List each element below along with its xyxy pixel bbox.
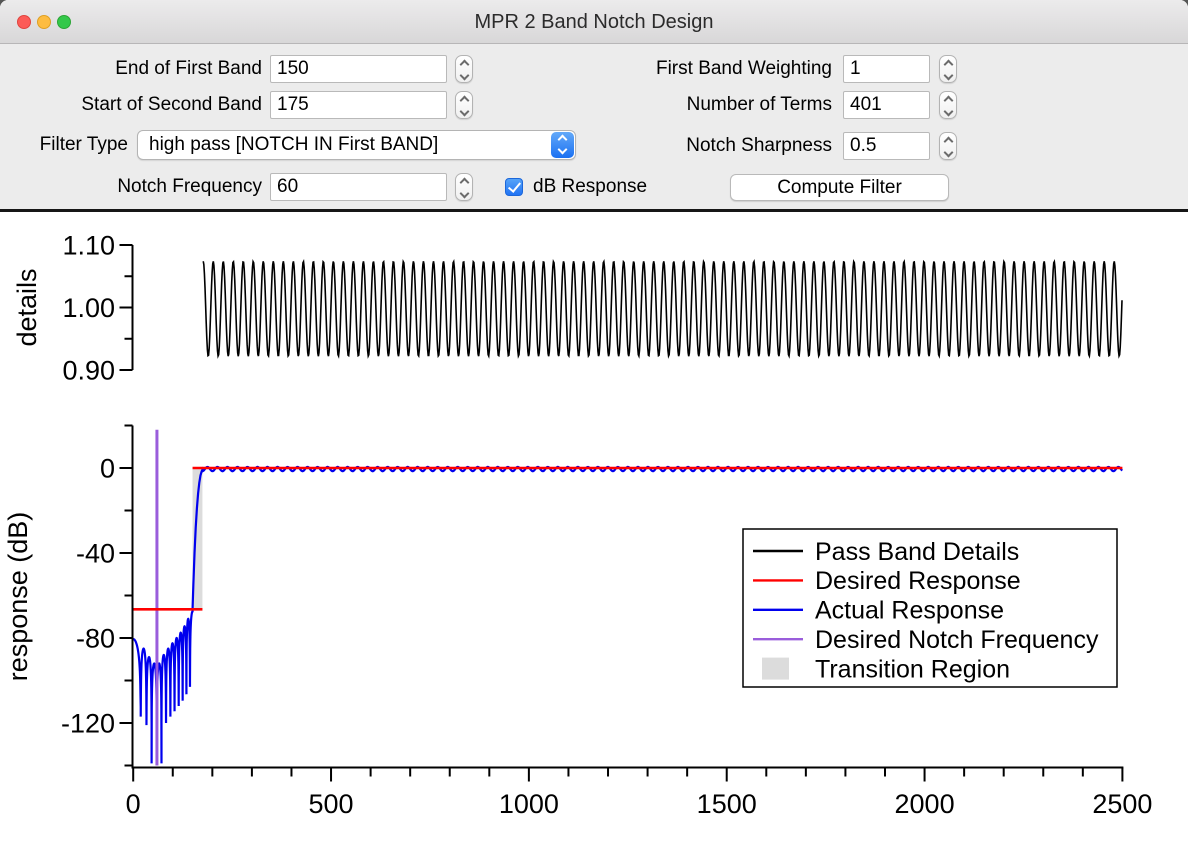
notch-sharpness-input[interactable] <box>843 132 930 160</box>
legend-entry-label: Transition Region <box>815 655 1010 683</box>
filter-type-popup[interactable]: high pass [NOTCH IN First BAND] <box>137 130 576 160</box>
legend-entry-label: Actual Response <box>815 597 1004 625</box>
notch-frequency-label: Notch Frequency <box>0 173 262 201</box>
svg-text:response (dB): response (dB) <box>3 512 33 682</box>
svg-text:-80: -80 <box>76 623 115 653</box>
stepper-up-icon[interactable] <box>943 96 953 106</box>
end-of-first-band-input[interactable] <box>270 55 447 83</box>
stepper-up-icon[interactable] <box>943 60 953 70</box>
svg-text:1.10: 1.10 <box>62 230 115 260</box>
svg-text:0: 0 <box>100 453 115 483</box>
filter-type-label: Filter Type <box>0 131 128 159</box>
titlebar: MPR 2 Band Notch Design <box>0 0 1188 44</box>
number-of-terms-stepper[interactable] <box>939 91 957 119</box>
stepper-down-icon[interactable] <box>943 148 953 158</box>
stepper-up-icon[interactable] <box>459 96 469 106</box>
svg-text:2000: 2000 <box>895 789 955 819</box>
notch-sharpness-label: Notch Sharpness <box>560 132 832 160</box>
app-window: 1.10 1.00 0.90 details 0 -40 -80 -120 0 500 1000 15… <box>0 0 1188 860</box>
start-of-second-band-stepper[interactable] <box>455 91 473 119</box>
svg-text:0: 0 <box>126 789 141 819</box>
legend-entry-label: Desired Response <box>815 567 1021 595</box>
stepper-down-icon[interactable] <box>459 107 469 117</box>
end-of-first-band-stepper[interactable] <box>455 55 473 83</box>
stepper-down-icon[interactable] <box>459 71 469 81</box>
filter-type-value: high pass [NOTCH IN First BAND] <box>149 131 438 159</box>
svg-text:-120: -120 <box>61 708 115 738</box>
pass-band-details-curve <box>203 261 1122 356</box>
svg-text:-40: -40 <box>76 538 115 568</box>
stepper-down-icon[interactable] <box>943 71 953 81</box>
svg-text:details: details <box>12 268 42 346</box>
stepper-up-icon[interactable] <box>459 60 469 70</box>
notch-frequency-stepper[interactable] <box>455 173 473 201</box>
svg-text:0.90: 0.90 <box>62 355 115 385</box>
stepper-down-icon[interactable] <box>459 189 469 199</box>
panel-separator <box>0 209 1188 212</box>
first-band-weighting-input[interactable] <box>843 55 930 83</box>
window-title: MPR 2 Band Notch Design <box>0 0 1188 44</box>
svg-text:1000: 1000 <box>499 789 559 819</box>
stepper-down-icon[interactable] <box>943 107 953 117</box>
details-plot: 1.10 1.00 0.90 details <box>12 230 1122 385</box>
stepper-up-icon[interactable] <box>459 178 469 188</box>
first-band-weighting-stepper[interactable] <box>939 55 957 83</box>
legend: Pass Band DetailsDesired ResponseActual … <box>743 529 1117 687</box>
start-of-second-band-label: Start of Second Band <box>0 91 262 119</box>
start-of-second-band-input[interactable] <box>270 91 447 119</box>
db-response-label: dB Response <box>533 173 693 201</box>
end-of-first-band-label: End of First Band <box>0 55 262 83</box>
svg-text:1500: 1500 <box>697 789 757 819</box>
compute-filter-button[interactable]: Compute Filter <box>730 174 949 201</box>
legend-entry-label: Desired Notch Frequency <box>815 626 1099 654</box>
legend-entry-label: Pass Band Details <box>815 538 1019 566</box>
svg-text:500: 500 <box>309 789 354 819</box>
db-response-checkbox[interactable] <box>505 178 523 196</box>
stepper-up-icon[interactable] <box>943 137 953 147</box>
number-of-terms-label: Number of Terms <box>560 91 832 119</box>
control-panel: End of First Band First Band Weighting S… <box>0 44 1188 209</box>
legend-sample-patch <box>762 658 789 680</box>
notch-frequency-input[interactable] <box>270 173 447 201</box>
svg-text:1.00: 1.00 <box>62 293 115 323</box>
notch-sharpness-stepper[interactable] <box>939 132 957 160</box>
svg-text:2500: 2500 <box>1092 789 1152 819</box>
number-of-terms-input[interactable] <box>843 91 930 119</box>
first-band-weighting-label: First Band Weighting <box>560 55 832 83</box>
